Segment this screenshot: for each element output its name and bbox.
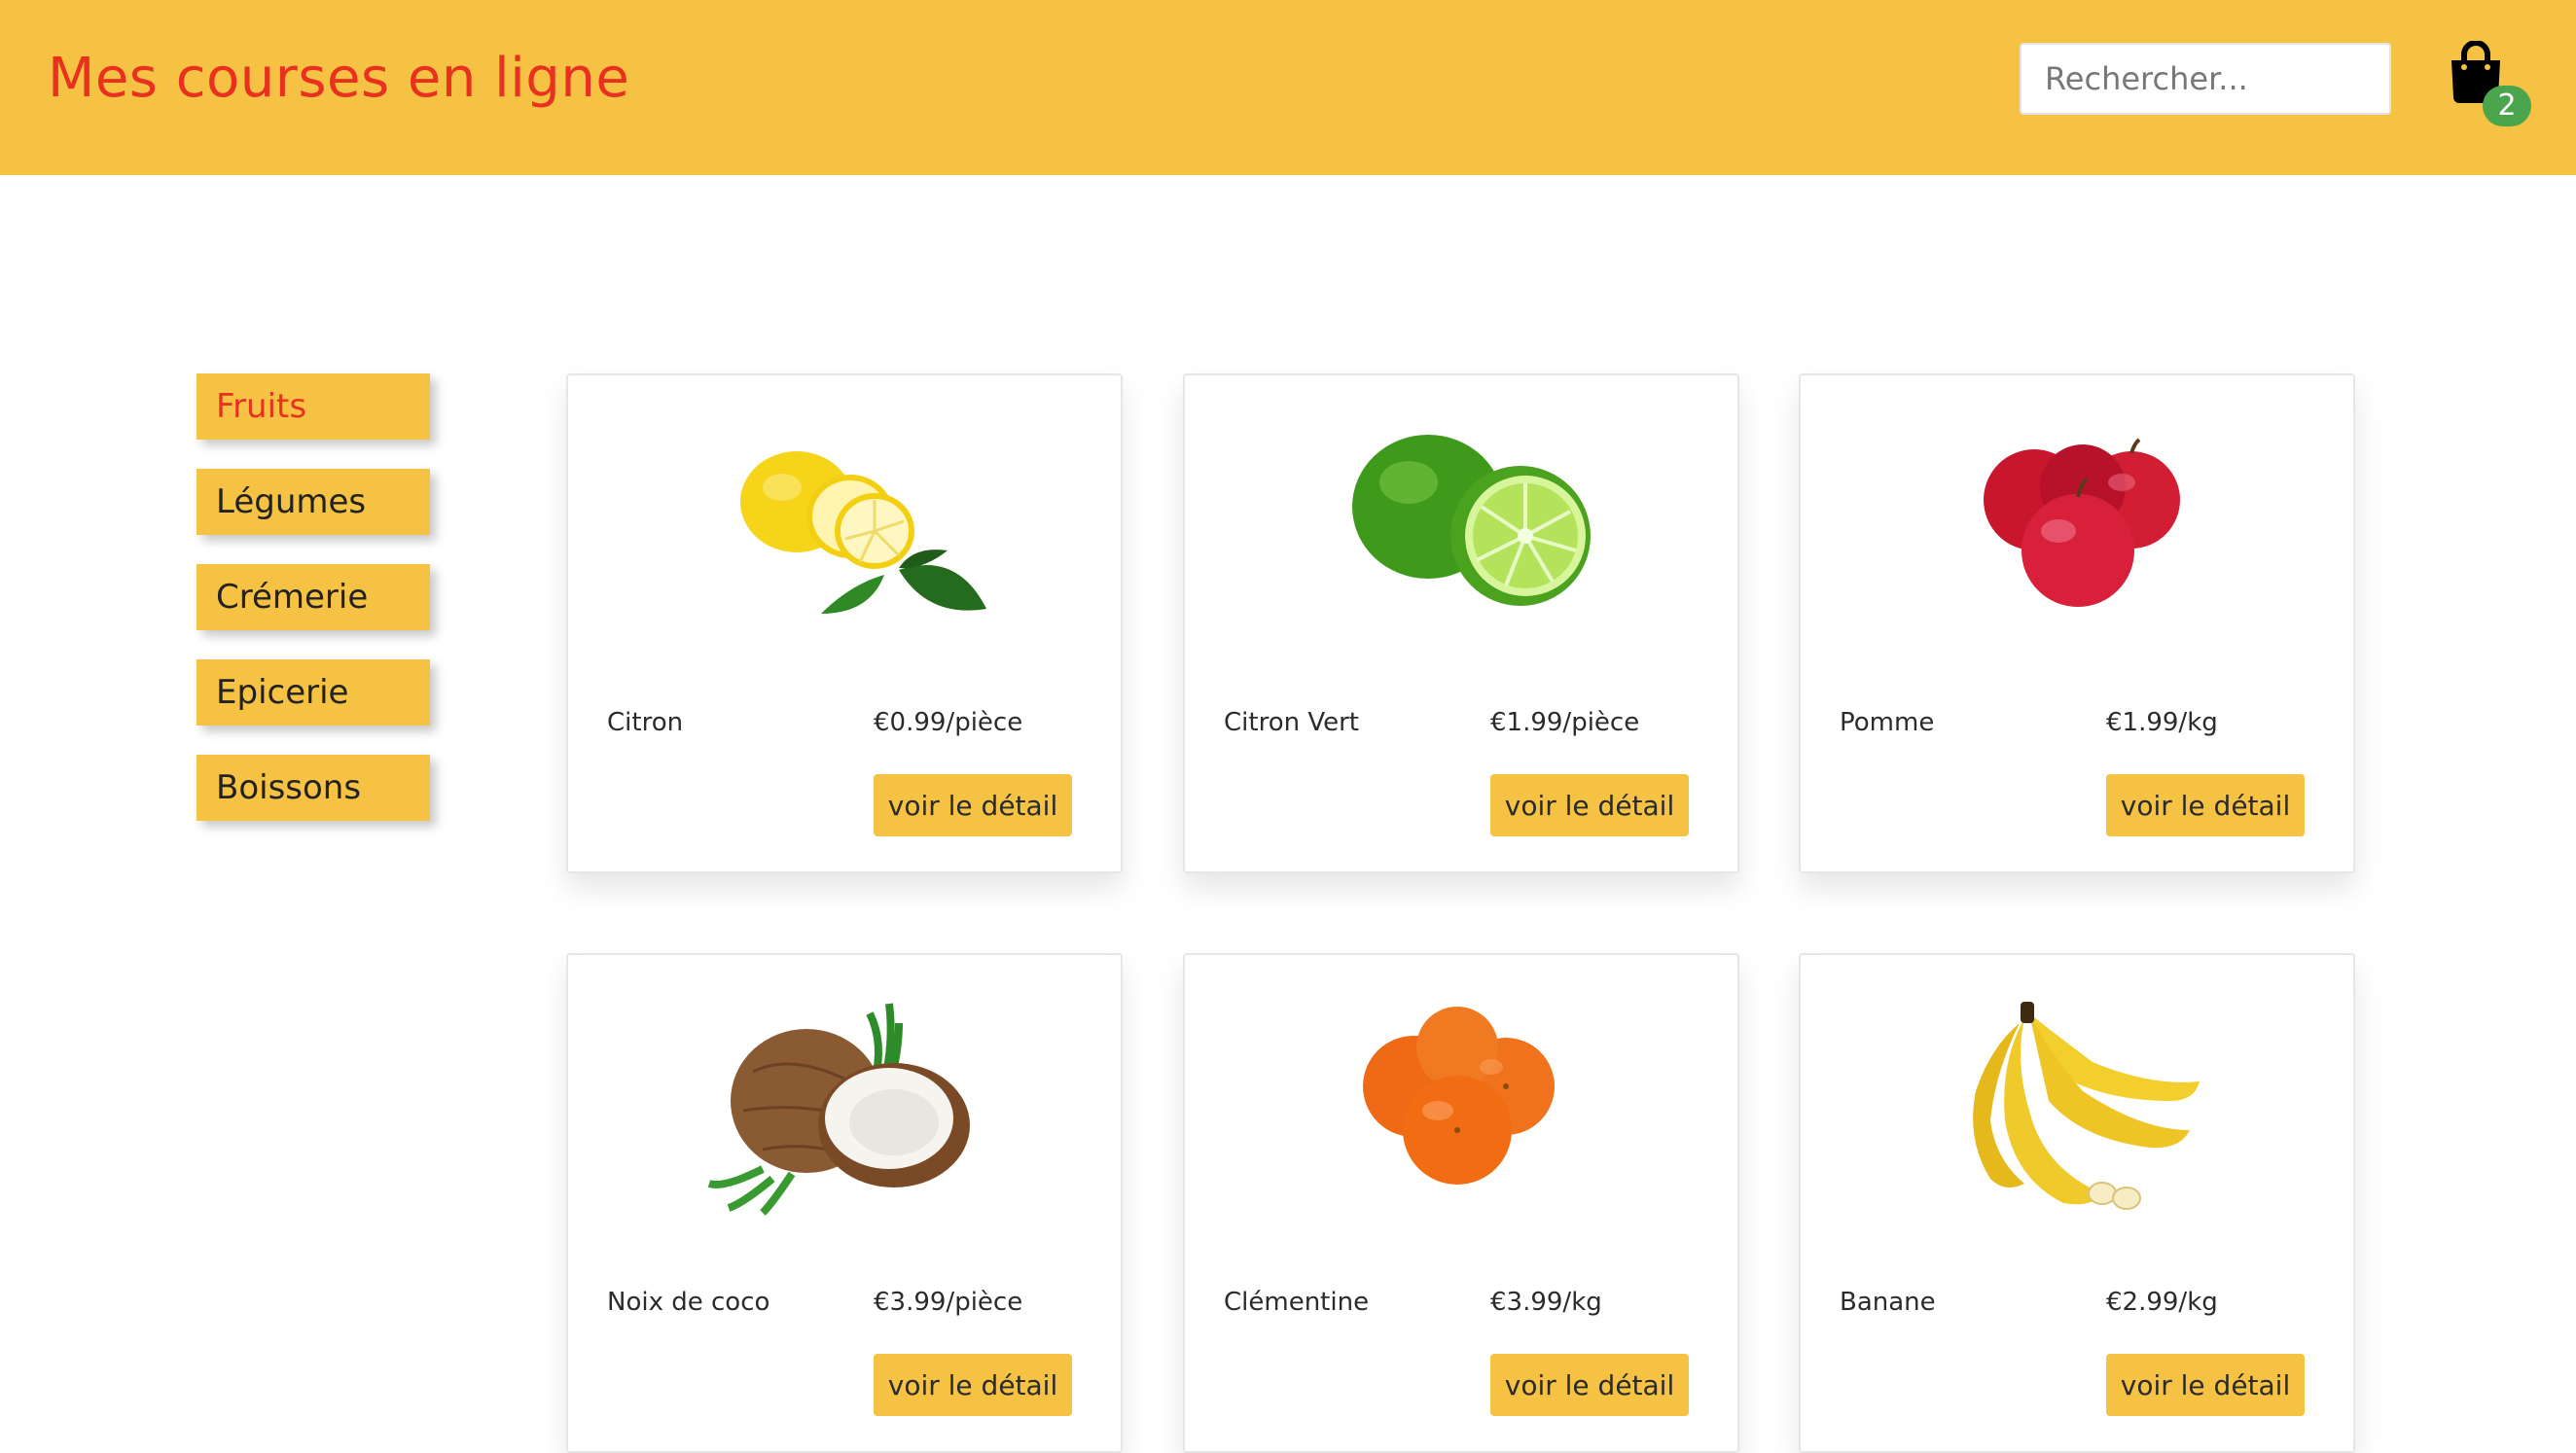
apples-image	[1984, 438, 2180, 607]
cart-button[interactable]: 2	[2440, 35, 2531, 128]
product-card: Citron €0.99/pièce voir le détail	[566, 373, 1123, 873]
product-price: €1.99/pièce	[1490, 708, 1640, 737]
product-card: Noix de coco €3.99/pièce voir le détail	[566, 953, 1123, 1453]
view-detail-button[interactable]: voir le détail	[2106, 774, 2305, 836]
product-price: €2.99/kg	[2106, 1288, 2218, 1317]
view-detail-button[interactable]: voir le détail	[874, 774, 1072, 836]
product-name: Citron Vert	[1224, 708, 1359, 737]
category-fruits[interactable]: Fruits	[197, 373, 430, 440]
lime-image	[1352, 435, 1591, 606]
cart-count-badge: 2	[2483, 86, 2531, 126]
product-card: Citron Vert €1.99/pièce voir le détail	[1183, 373, 1739, 873]
product-name: Banane	[1840, 1288, 1936, 1317]
view-detail-button[interactable]: voir le détail	[874, 1354, 1072, 1416]
category-boissons[interactable]: Boissons	[197, 755, 430, 821]
category-legumes[interactable]: Légumes	[197, 469, 430, 535]
site-title[interactable]: Mes courses en ligne	[48, 43, 629, 115]
product-name: Clémentine	[1224, 1288, 1370, 1317]
category-cremerie[interactable]: Crémerie	[197, 564, 430, 630]
product-name: Pomme	[1840, 708, 1935, 737]
lemon-image	[740, 451, 986, 614]
category-sidebar: Fruits Légumes Crémerie Epicerie Boisson…	[197, 373, 430, 850]
product-card: Pomme €1.99/kg voir le détail	[1799, 373, 2355, 873]
product-price: €1.99/kg	[2106, 708, 2218, 737]
category-epicerie[interactable]: Epicerie	[197, 659, 430, 726]
product-price: €3.99/kg	[1490, 1288, 1602, 1317]
product-price: €3.99/pièce	[874, 1288, 1023, 1317]
product-price: €0.99/pièce	[874, 708, 1023, 737]
search-input[interactable]	[2020, 43, 2391, 115]
product-name: Noix de coco	[607, 1288, 770, 1317]
clementines-image	[1363, 1007, 1555, 1185]
bananas-image	[1973, 1002, 2200, 1210]
view-detail-button[interactable]: voir le détail	[1490, 1354, 1689, 1416]
view-detail-button[interactable]: voir le détail	[1490, 774, 1689, 836]
product-card: Banane €2.99/kg voir le détail	[1799, 953, 2355, 1453]
product-card: Clémentine €3.99/kg voir le détail	[1183, 953, 1739, 1453]
product-name: Citron	[607, 708, 684, 737]
top-header: Mes courses en ligne 2	[0, 0, 2576, 175]
view-detail-button[interactable]: voir le détail	[2106, 1354, 2305, 1416]
coconut-image	[707, 1003, 970, 1216]
